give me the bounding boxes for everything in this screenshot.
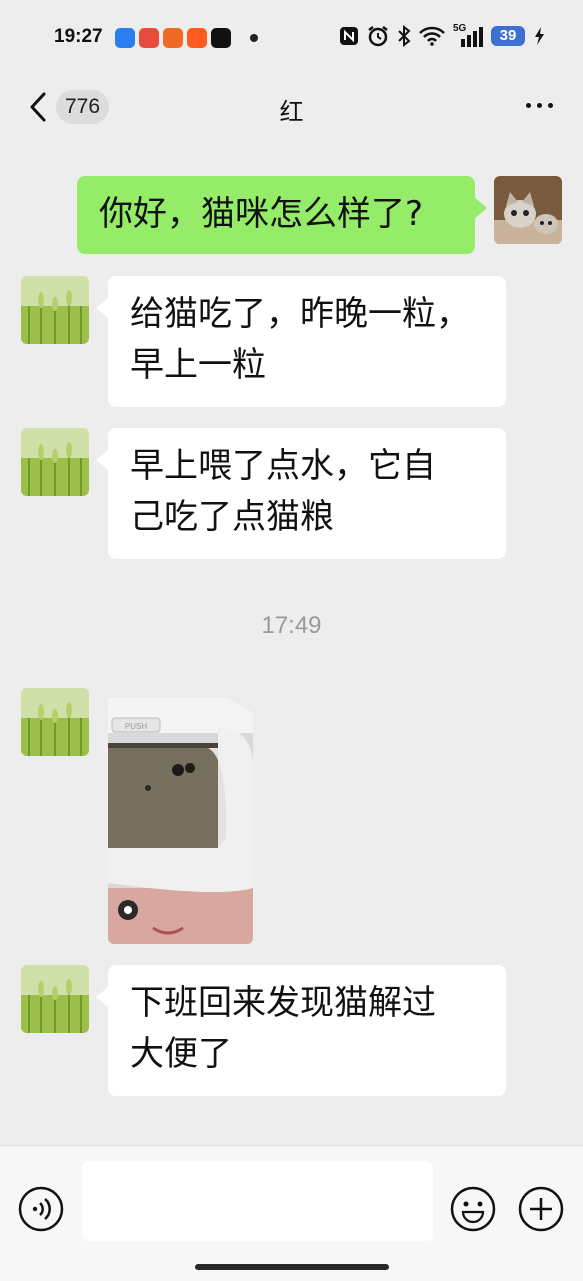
emoji-icon[interactable]	[450, 1186, 496, 1232]
kugou-icon	[115, 28, 135, 48]
signal-5g-icon: 5G	[453, 23, 483, 47]
contact-avatar[interactable]	[21, 276, 89, 344]
wheat-field-avatar-image	[21, 428, 89, 496]
notification-dot	[250, 34, 258, 42]
taobao-special-icon	[163, 28, 183, 48]
message-text-line: 早上一粒	[130, 345, 266, 385]
taobao-icon	[187, 28, 207, 48]
message-image-litter-box[interactable]: PUSH	[108, 688, 253, 944]
alarm-icon	[368, 26, 388, 47]
kitten-avatar-image	[494, 176, 562, 244]
message-text-line: 下班回来发现猫解过	[130, 983, 436, 1023]
voice-input-icon[interactable]	[18, 1186, 64, 1232]
contact-avatar[interactable]	[21, 965, 89, 1033]
add-more-icon[interactable]	[518, 1186, 564, 1232]
message-input[interactable]	[82, 1161, 433, 1241]
zhe-icon	[139, 28, 159, 48]
more-options-icon[interactable]	[526, 103, 553, 108]
message-text-line: 给猫吃了，昨晚一粒，	[130, 294, 470, 334]
network-label: 5G	[453, 23, 467, 34]
chat-title: 红	[279, 98, 304, 126]
status-icons: 5G 39	[339, 23, 545, 47]
message-text-line: 大便了	[130, 1034, 232, 1074]
message-bubble-outgoing[interactable]: 你好，猫咪怎么样了?	[77, 176, 487, 254]
message-bubble-incoming[interactable]: 早上喂了点水，它自 己吃了点猫粮	[96, 428, 506, 559]
wifi-icon	[419, 26, 445, 46]
chat-input-bar	[0, 1145, 583, 1281]
charging-icon	[535, 27, 544, 45]
message-text: 你好，猫咪怎么样了?	[99, 194, 424, 234]
message-text-line: 己吃了点猫粮	[130, 497, 334, 537]
message-text-line: 早上喂了点水，它自	[130, 446, 436, 486]
push-label: PUSH	[125, 722, 147, 731]
wheat-field-avatar-image	[21, 965, 89, 1033]
chat-header: 776 红	[0, 78, 583, 144]
contact-avatar[interactable]	[21, 688, 89, 756]
bluetooth-icon	[398, 25, 411, 47]
battery-level: 39	[491, 26, 525, 46]
message-timestamp: 17:49	[261, 612, 322, 639]
status-time: 19:27	[54, 26, 103, 47]
wheat-field-avatar-image	[21, 688, 89, 756]
home-indicator[interactable]	[195, 1264, 389, 1270]
contact-avatar[interactable]	[21, 428, 89, 496]
status-bar: 19:27 5G 39	[0, 0, 583, 78]
status-app-icons	[115, 28, 231, 48]
message-bubble-incoming[interactable]: 下班回来发现猫解过 大便了	[96, 965, 506, 1096]
litter-box-photo: PUSH	[108, 688, 253, 944]
wheat-field-avatar-image	[21, 276, 89, 344]
my-avatar[interactable]	[494, 176, 562, 244]
nfc-icon	[340, 27, 358, 45]
capcut-icon	[211, 28, 231, 48]
message-bubble-incoming[interactable]: 给猫吃了，昨晚一粒， 早上一粒	[96, 276, 506, 407]
